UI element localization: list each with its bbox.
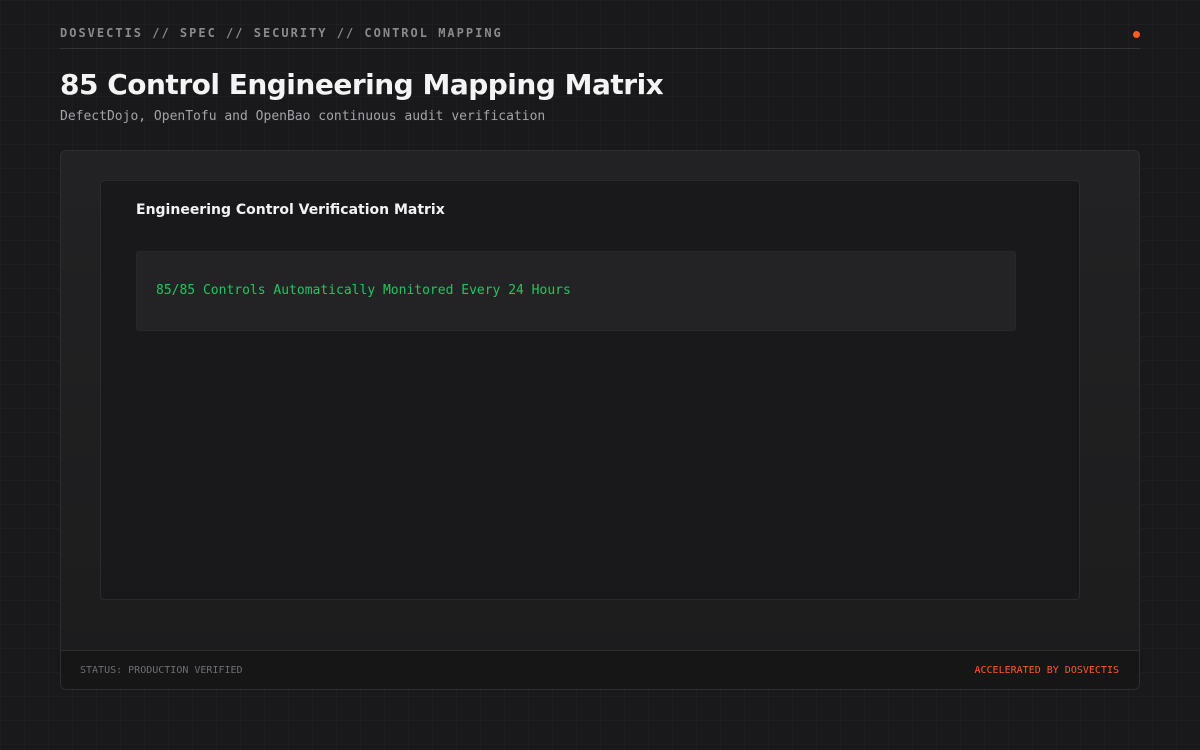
footer-credit-text: ACCELERATED BY DOSVECTIS [974,665,1120,676]
card-footer: STATUS: PRODUCTION VERIFIED ACCELERATED … [61,650,1139,689]
monitoring-status-text: 85/85 Controls Automatically Monitored E… [156,283,571,298]
status-dot-icon [1133,31,1140,38]
content-card: Engineering Control Verification Matrix … [60,150,1140,690]
monitoring-status-box: 85/85 Controls Automatically Monitored E… [136,251,1016,331]
footer-status-text: STATUS: PRODUCTION VERIFIED [80,665,243,676]
panel-title: Engineering Control Verification Matrix [136,202,445,218]
verification-panel: Engineering Control Verification Matrix … [100,180,1080,600]
breadcrumb: DOSVECTIS // SPEC // SECURITY // CONTROL… [60,26,503,40]
page-subtitle: DefectDojo, OpenTofu and OpenBao continu… [60,109,546,124]
page-title: 85 Control Engineering Mapping Matrix [60,68,664,101]
top-bar: DOSVECTIS // SPEC // SECURITY // CONTROL… [60,20,1140,49]
